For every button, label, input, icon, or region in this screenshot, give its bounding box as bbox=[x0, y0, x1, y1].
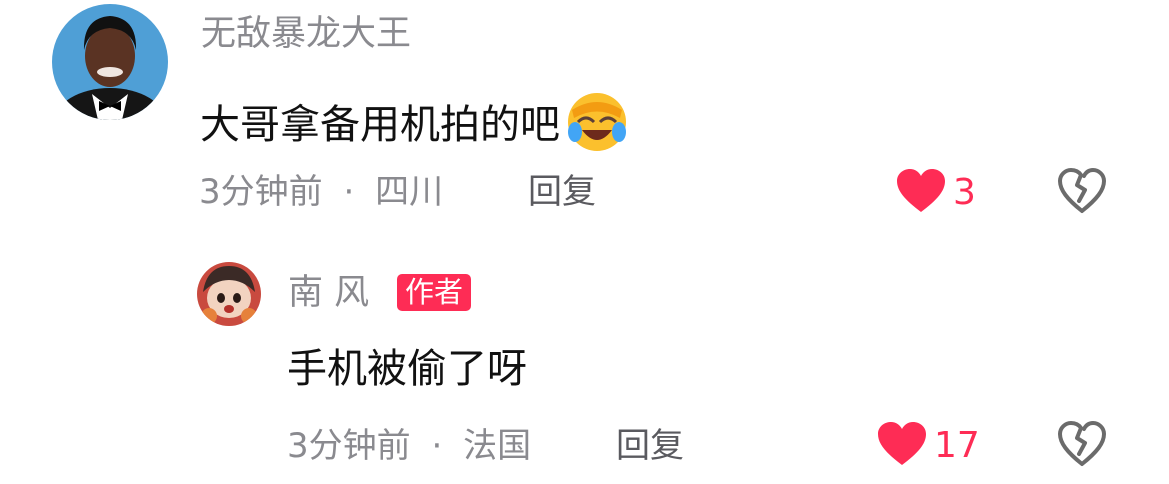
reply-button[interactable]: 回复 bbox=[528, 175, 596, 209]
meta-separator: · bbox=[343, 172, 355, 212]
like-count: 17 bbox=[934, 425, 980, 466]
comment-text: 大哥拿备用机拍的吧 bbox=[200, 88, 630, 161]
face-with-tears-of-joy-icon bbox=[564, 88, 630, 161]
reply-button[interactable]: 回复 bbox=[616, 429, 684, 463]
comment-text-body: 大哥拿备用机拍的吧 bbox=[200, 101, 560, 148]
meta-separator: · bbox=[431, 426, 443, 466]
dislike-button[interactable] bbox=[1057, 168, 1107, 218]
broken-heart-icon bbox=[1057, 168, 1107, 218]
commenter-avatar[interactable] bbox=[52, 4, 168, 120]
comment-meta: 3分钟前 · 四川 bbox=[199, 175, 443, 209]
reply-meta: 3分钟前 · 法国 bbox=[287, 429, 531, 463]
commenter-username[interactable]: 无敌暴龙大王 bbox=[201, 17, 411, 52]
like-button[interactable]: 17 bbox=[876, 421, 980, 471]
dislike-button[interactable] bbox=[1057, 421, 1107, 471]
reply-time: 3分钟前 bbox=[287, 426, 411, 466]
comment-time: 3分钟前 bbox=[199, 172, 323, 212]
like-count: 3 bbox=[953, 172, 976, 213]
reply-location: 法国 bbox=[463, 426, 532, 466]
heart-icon bbox=[895, 168, 947, 218]
author-avatar[interactable] bbox=[197, 262, 261, 326]
broken-heart-icon bbox=[1057, 421, 1107, 471]
reply-text: 手机被偷了呀 bbox=[287, 349, 527, 389]
like-button[interactable]: 3 bbox=[895, 168, 976, 218]
comment-location: 四川 bbox=[375, 172, 444, 212]
author-username[interactable]: 南 风 bbox=[288, 276, 369, 311]
heart-icon bbox=[876, 421, 928, 471]
reply-text-body: 手机被偷了呀 bbox=[287, 346, 527, 392]
author-badge: 作者 bbox=[397, 274, 472, 311]
